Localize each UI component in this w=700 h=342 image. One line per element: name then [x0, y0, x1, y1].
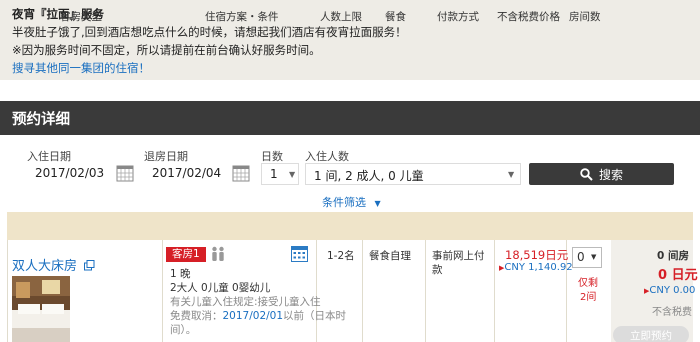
column-divider: [162, 240, 163, 342]
other-hotels-link[interactable]: 搜寻其他同一集团的住宿！: [12, 59, 688, 77]
room-quantity-select[interactable]: 0 ▼: [572, 247, 602, 268]
people-icon: [212, 246, 224, 261]
reserve-button[interactable]: 立即预约: [613, 326, 689, 342]
column-header: 房间数: [569, 11, 601, 23]
guests-label: 入住人数: [305, 150, 349, 163]
checkin-label: 入住日期: [27, 150, 71, 163]
plan-nights: 1 晚: [170, 268, 191, 280]
search-icon: [580, 167, 593, 181]
checkin-input[interactable]: 2017/02/03: [27, 163, 113, 185]
column-divider: [494, 240, 495, 342]
cancel-prefix: 免费取消：: [170, 310, 223, 322]
column-header: 客房类型: [60, 11, 102, 23]
cancel-suffix: 以前（日本时: [283, 310, 347, 322]
guests-value: 1 间, 2 成人, 0 儿童: [314, 169, 424, 183]
remaining-rooms: 仅剩: [578, 278, 598, 289]
calendar-icon[interactable]: [116, 164, 134, 182]
price-cny: ▶CNY 1,140.92: [499, 262, 573, 273]
notice-line: ※因为服务时间不固定，所以请提前在前台确认好服务时间。: [12, 43, 321, 57]
price-cny-value: CNY 1,140.92: [504, 262, 573, 273]
cancel-policy-tail: 间）。: [170, 324, 197, 336]
max-guests: 1-2名: [327, 250, 355, 262]
child-policy: 有关儿童入住规定:接受儿童入住: [170, 296, 321, 308]
calendar-grid-icon[interactable]: [291, 246, 308, 262]
popup-window-icon: [84, 260, 95, 271]
nights-value: 1: [270, 167, 278, 181]
column-divider: [362, 240, 363, 342]
room-quantity-value: 0: [577, 250, 585, 264]
total-price-cny: ▶CNY 0.00: [644, 285, 695, 296]
search-button-label: 搜索: [598, 167, 623, 182]
cancel-policy: 免费取消：2017/02/01以前（日本时: [170, 308, 346, 323]
column-header: 人数上限: [320, 11, 362, 23]
chevron-down-icon: ▼: [508, 170, 515, 179]
room-badge: 客房1: [166, 247, 206, 262]
chevron-down-icon: ▼: [591, 253, 597, 261]
filter-link[interactable]: 条件筛选 ▼: [322, 194, 381, 210]
total-price-jpy: 0 日元: [658, 268, 698, 283]
checkout-input[interactable]: 2017/02/04: [144, 163, 230, 185]
chevron-down-icon: ▼: [289, 170, 296, 179]
guests-select[interactable]: 1 间, 2 成人, 0 儿童: [305, 163, 521, 185]
column-header: 付款方式: [437, 11, 479, 23]
filter-link-label: 条件筛选: [322, 196, 366, 209]
payment-method: 款: [432, 264, 443, 276]
remaining-rooms: 2间: [580, 292, 597, 303]
room-photo[interactable]: [12, 276, 70, 342]
chevron-down-icon: ▼: [374, 199, 381, 208]
total-cny-value: CNY 0.00: [649, 285, 696, 296]
column-header: 住宿方案・条件: [205, 11, 279, 23]
notice-line: 半夜肚子饿了,回到酒店想吃点什么的时候，请想起我们酒店有夜宵拉面服务！: [12, 25, 407, 39]
table-header: [7, 212, 693, 240]
price-jpy: 18,519日元: [505, 248, 569, 262]
tax-note: 不含税费: [652, 307, 692, 318]
nights-label: 日数: [261, 150, 283, 163]
column-header: 餐食: [385, 11, 406, 23]
calendar-icon[interactable]: [232, 164, 250, 182]
cancel-date: 2017/02/01: [222, 310, 284, 322]
plan-occupancy: 2大人 0儿童 0婴幼儿: [170, 282, 271, 294]
column-divider: [425, 240, 426, 342]
column-header: 不含税费价格: [497, 11, 560, 23]
room-name-label: 双人大床房: [12, 259, 78, 274]
column-divider: [316, 240, 317, 342]
checkout-label: 退房日期: [144, 150, 188, 163]
payment-method: 事前网上付: [432, 250, 485, 262]
section-title: 预约详细: [0, 101, 700, 135]
meal-plan: 餐食自理: [369, 250, 411, 262]
selected-room-count: 0 间房: [657, 250, 689, 262]
room-name-link[interactable]: 双人大床房: [12, 255, 95, 274]
search-button[interactable]: 搜索: [529, 163, 674, 185]
